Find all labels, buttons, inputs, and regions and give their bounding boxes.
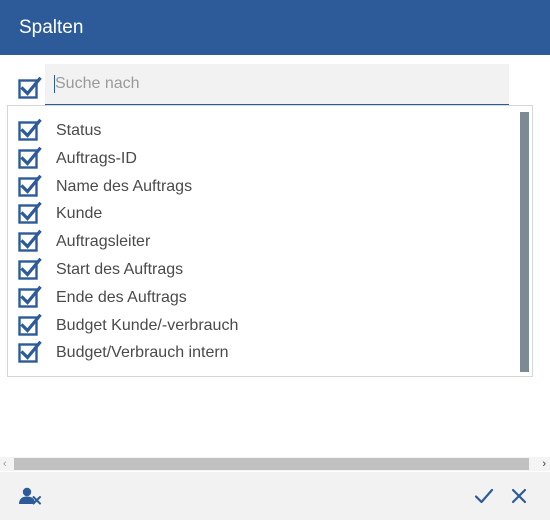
search-input[interactable] [45,64,509,104]
column-label: Auftragsleiter [56,233,151,250]
column-checkbox[interactable] [18,146,42,170]
column-checkbox[interactable] [18,118,42,142]
column-label: Auftrags-ID [56,150,137,167]
columns-dialog: Spalten Status Auftrags-ID Name des Auftra… [0,0,550,520]
close-icon[interactable] [510,487,528,510]
column-checkbox[interactable] [18,201,42,225]
vertical-scrollbar-thumb[interactable] [520,112,529,372]
column-list-item[interactable]: Auftrags-ID [18,146,508,170]
user-remove-icon[interactable] [18,486,42,511]
dialog-footer [0,472,550,520]
column-label: Ende des Auftrags [56,289,187,306]
column-list-item[interactable]: Name des Auftrags [18,174,508,198]
scroll-left-arrow-icon[interactable]: ‹ [3,457,7,471]
column-checkbox[interactable] [18,229,42,253]
column-list-item[interactable]: Auftragsleiter [18,229,508,253]
confirm-checkmark-icon[interactable] [474,487,494,510]
column-checkbox[interactable] [18,313,42,337]
select-all-checkbox[interactable] [18,76,42,100]
column-label: Name des Auftrags [56,178,193,195]
column-label: Budget Kunde/-verbrauch [56,317,239,334]
column-checkbox[interactable] [18,285,42,309]
column-label: Budget/Verbrauch intern [56,344,229,361]
column-list-item[interactable]: Start des Auftrags [18,257,508,281]
search-field[interactable] [45,64,509,105]
column-label: Kunde [56,205,103,222]
column-checkbox[interactable] [18,174,42,198]
column-list-item[interactable]: Budget/Verbrauch intern [18,340,508,364]
dialog-header: Spalten [0,0,550,55]
column-checkbox[interactable] [18,340,42,364]
text-cursor [54,75,55,93]
column-list-item[interactable]: Ende des Auftrags [18,285,508,309]
column-list[interactable]: Status Auftrags-ID Name des Auftrags Kunde A… [7,105,533,377]
scroll-right-arrow-icon[interactable]: › [542,457,546,471]
column-list-item[interactable]: Status [18,118,508,142]
column-label: Start des Auftrags [56,261,184,278]
horizontal-scrollbar-thumb[interactable] [14,458,529,470]
column-list-item[interactable]: Kunde [18,201,508,225]
column-checkbox[interactable] [18,257,42,281]
dialog-title: Spalten [19,17,84,38]
column-label: Status [56,122,102,139]
horizontal-scrollbar[interactable]: ‹ › [0,457,550,471]
column-list-item[interactable]: Budget Kunde/-verbrauch [18,313,508,337]
